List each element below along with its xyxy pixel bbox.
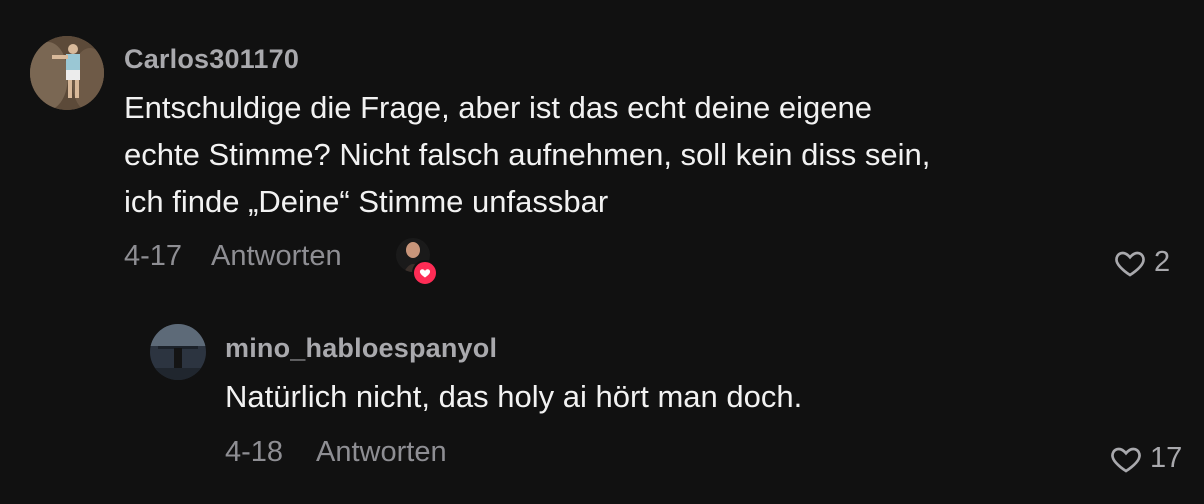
comment-date: 4-17 (124, 240, 183, 272)
reply-button[interactable]: Antworten (211, 240, 342, 273)
like-count: 17 (1150, 442, 1183, 474)
comment-username[interactable]: Carlos301170 (124, 44, 299, 75)
comment-text-line: ich finde „Deine“ Stimme unfassbar (124, 184, 609, 219)
heart-outline-icon (1115, 251, 1145, 277)
heart-filled-icon (412, 260, 438, 286)
comment-text-line: Entschuldige die Frage, aber ist das ech… (124, 90, 872, 125)
avatar-photo (150, 324, 206, 380)
avatar-photo (30, 36, 104, 110)
like-count: 2 (1154, 246, 1171, 278)
like-button[interactable]: 2 (1114, 246, 1170, 279)
comment-text-line: echte Stimme? Nicht falsch aufnehmen, so… (124, 137, 931, 172)
reply-username[interactable]: mino_habloespanyol (225, 333, 497, 364)
reply-text-line: Natürlich nicht, das holy ai hört man do… (225, 379, 803, 414)
avatar[interactable] (150, 324, 206, 380)
avatar[interactable] (30, 36, 104, 110)
like-button[interactable]: 17 (1110, 442, 1182, 475)
heart-outline-icon (1111, 447, 1141, 473)
creator-liked-badge (396, 238, 438, 286)
reply-button[interactable]: Antworten (316, 436, 447, 469)
reply-date: 4-18 (225, 436, 284, 468)
